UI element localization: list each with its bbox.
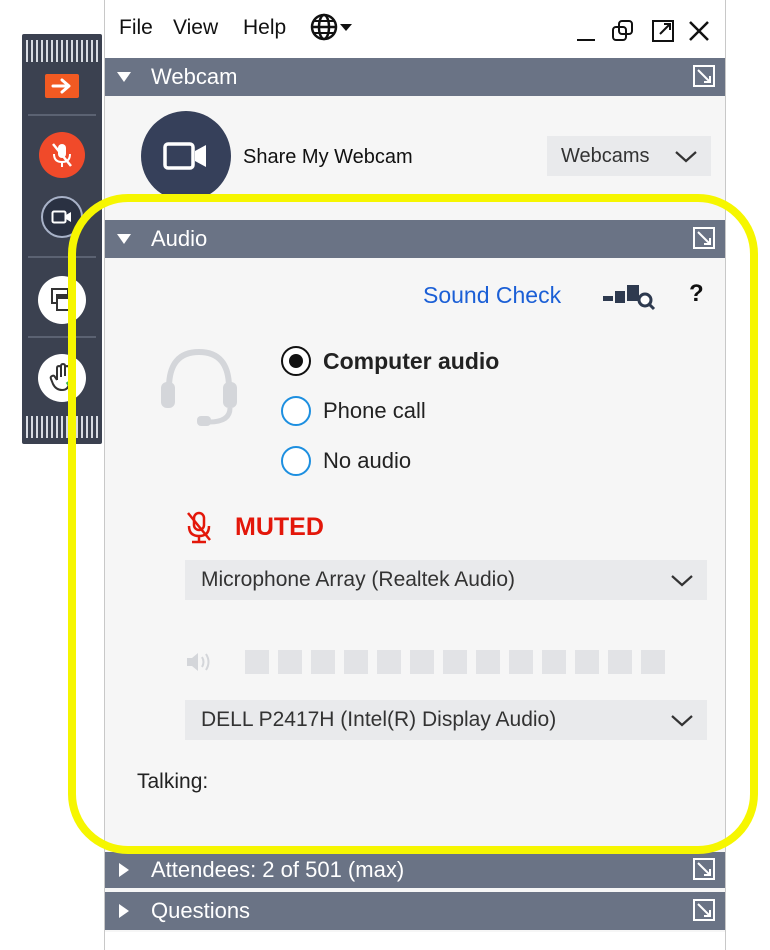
- talking-label: Talking:: [137, 770, 209, 793]
- close-button[interactable]: [687, 18, 711, 44]
- share-webcam-label[interactable]: Share My Webcam: [243, 146, 413, 169]
- audio-option-label: Computer audio: [323, 347, 500, 374]
- radio-button[interactable]: [281, 446, 311, 476]
- dock-drag-handle-bottom[interactable]: [26, 416, 98, 438]
- webcam-icon: [163, 142, 206, 170]
- audio-option-phone[interactable]: Phone call: [281, 396, 426, 426]
- expand-triangle-icon: [109, 863, 139, 877]
- expand-panel-icon[interactable]: [693, 899, 715, 921]
- mute-status[interactable]: MUTED: [185, 510, 324, 544]
- dock-divider: [28, 336, 96, 338]
- restore-button[interactable]: [611, 18, 635, 44]
- audio-option-computer[interactable]: Computer audio: [281, 346, 499, 376]
- control-panel: File View Help Webcam Share My Webcam We…: [104, 0, 726, 950]
- chevron-down-icon: [671, 715, 693, 727]
- chevron-down-icon: [675, 151, 697, 163]
- webcam-toggle-button[interactable]: [41, 196, 83, 238]
- expand-panel-icon[interactable]: [693, 858, 715, 880]
- menu-file[interactable]: File: [119, 16, 153, 40]
- raise-hand-icon: [49, 363, 77, 391]
- radio-button[interactable]: [281, 346, 311, 376]
- speaker-dropdown-value: DELL P2417H (Intel(R) Display Audio): [201, 708, 557, 731]
- audio-section-body: Sound Check ? Computer audio Phone call: [105, 258, 725, 848]
- audio-view-icon[interactable]: [601, 282, 659, 312]
- minimize-button[interactable]: [575, 18, 597, 44]
- muted-label: MUTED: [235, 512, 324, 541]
- webcam-section-body: Share My Webcam Webcams: [105, 96, 725, 216]
- radio-button[interactable]: [281, 396, 311, 426]
- webcams-dropdown-value: Webcams: [561, 144, 650, 167]
- globe-icon: [310, 13, 338, 41]
- microphone-dropdown-value: Microphone Array (Realtek Audio): [201, 568, 515, 591]
- microphone-dropdown[interactable]: Microphone Array (Realtek Audio): [185, 560, 707, 600]
- webcam-icon: [51, 210, 71, 224]
- panel-footer: [105, 932, 725, 950]
- webcam-section-header[interactable]: Webcam: [105, 58, 725, 96]
- headset-icon: [161, 348, 237, 426]
- collapse-arrow-button[interactable]: [45, 74, 79, 98]
- audio-option-label: No audio: [323, 448, 412, 473]
- raise-hand-button[interactable]: [38, 354, 86, 402]
- share-webcam-button[interactable]: [141, 111, 231, 201]
- menu-help[interactable]: Help: [243, 16, 286, 40]
- speaker-dropdown[interactable]: DELL P2417H (Intel(R) Display Audio): [185, 700, 707, 740]
- arrow-right-icon: [51, 78, 71, 94]
- menu-bar: File View Help: [105, 0, 725, 59]
- screen-share-icon: [51, 288, 73, 311]
- audio-option-label: Phone call: [323, 398, 426, 423]
- audio-level-meter: [245, 650, 674, 674]
- mute-microphone-button[interactable]: [39, 132, 85, 178]
- expand-panel-icon[interactable]: [693, 65, 715, 87]
- help-icon[interactable]: ?: [689, 280, 704, 308]
- webcam-section-title: Webcam: [151, 64, 238, 89]
- control-dock: [22, 34, 102, 444]
- close-icon: [689, 21, 709, 41]
- popout-button[interactable]: [651, 18, 675, 44]
- audio-option-none[interactable]: No audio: [281, 446, 411, 476]
- popout-icon: [652, 20, 674, 42]
- speaker-level-row: [185, 650, 674, 674]
- menu-view[interactable]: View: [173, 16, 218, 40]
- microphone-muted-icon: [52, 143, 72, 167]
- questions-section-title: Questions: [151, 898, 251, 923]
- language-menu[interactable]: [309, 13, 353, 41]
- share-screen-button[interactable]: [38, 276, 86, 324]
- attendees-section-header[interactable]: Attendees: 2 of 501 (max): [105, 852, 725, 888]
- expand-panel-icon[interactable]: [693, 227, 715, 249]
- dock-divider: [28, 256, 96, 258]
- questions-section-header[interactable]: Questions: [105, 892, 725, 930]
- dock-divider: [28, 114, 96, 116]
- chevron-down-icon: [671, 575, 693, 587]
- speaker-volume-icon: [187, 653, 210, 671]
- expand-triangle-icon: [109, 904, 139, 918]
- audio-section-header[interactable]: Audio: [105, 220, 725, 258]
- dock-drag-handle-top[interactable]: [26, 40, 98, 62]
- microphone-muted-icon: [187, 511, 211, 544]
- minimize-icon: [577, 39, 595, 41]
- collapse-triangle-icon: [109, 72, 139, 82]
- caret-down-icon: [340, 24, 352, 31]
- collapse-triangle-icon: [109, 234, 139, 244]
- attendees-section-title: Attendees: 2 of 501 (max): [151, 857, 405, 882]
- webcams-dropdown[interactable]: Webcams: [547, 136, 711, 176]
- sound-check-link[interactable]: Sound Check: [423, 282, 561, 309]
- audio-section-title: Audio: [151, 226, 208, 251]
- restore-windows-icon: [612, 20, 633, 41]
